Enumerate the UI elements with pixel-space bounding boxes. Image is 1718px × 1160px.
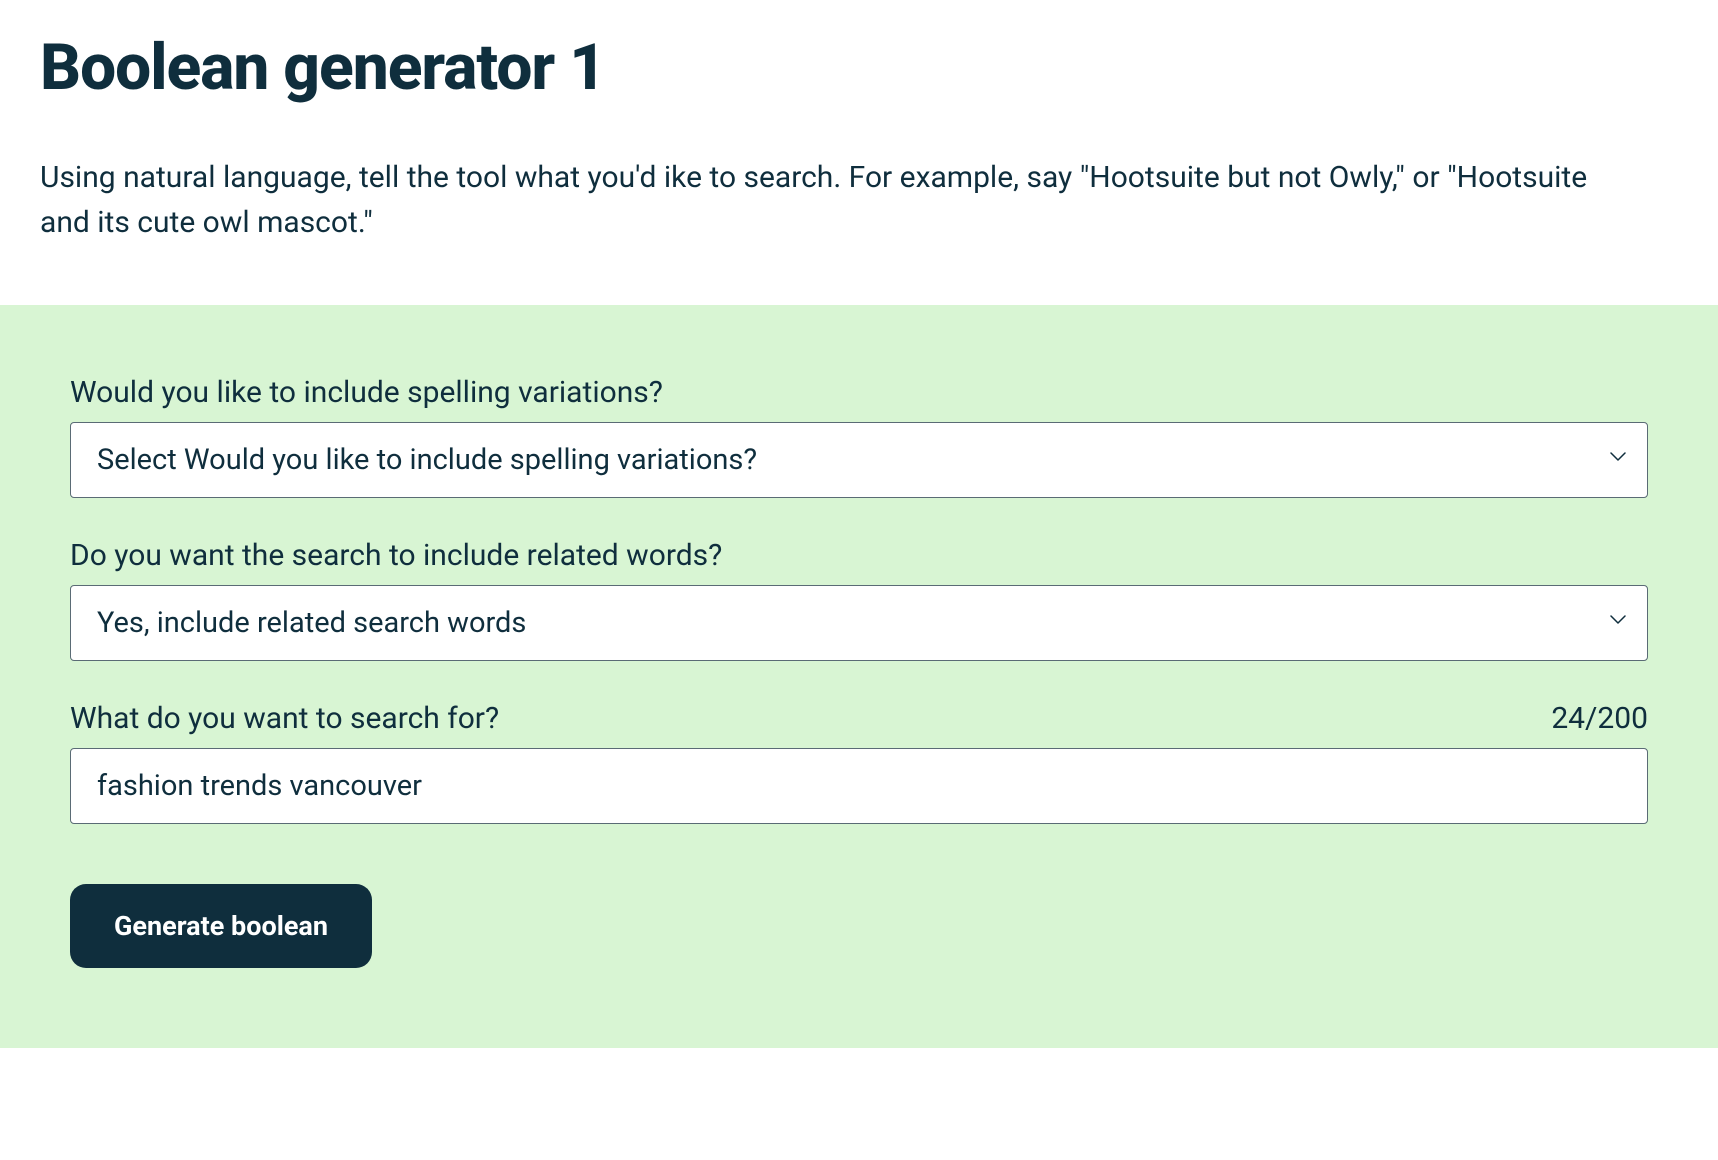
page-title: Boolean generator 1 — [40, 30, 1678, 105]
related-words-select-wrapper: Yes, include related search words — [70, 585, 1648, 661]
spelling-variations-select-wrapper: Select Would you like to include spellin… — [70, 422, 1648, 498]
spelling-variations-group: Would you like to include spelling varia… — [70, 375, 1648, 498]
related-words-label: Do you want the search to include relate… — [70, 538, 722, 573]
spelling-variations-select[interactable]: Select Would you like to include spellin… — [70, 422, 1648, 498]
spelling-variations-label: Would you like to include spelling varia… — [70, 375, 663, 410]
form-section: Would you like to include spelling varia… — [0, 305, 1718, 1048]
search-query-group: What do you want to search for? 24/200 — [70, 701, 1648, 824]
search-query-label: What do you want to search for? — [70, 701, 499, 736]
header-section: Boolean generator 1 Using natural langua… — [0, 0, 1718, 305]
page-description: Using natural language, tell the tool wh… — [40, 155, 1640, 245]
related-words-group: Do you want the search to include relate… — [70, 538, 1648, 661]
character-counter: 24/200 — [1551, 701, 1648, 736]
search-query-input[interactable] — [70, 748, 1648, 824]
generate-boolean-button[interactable]: Generate boolean — [70, 884, 372, 968]
related-words-select[interactable]: Yes, include related search words — [70, 585, 1648, 661]
